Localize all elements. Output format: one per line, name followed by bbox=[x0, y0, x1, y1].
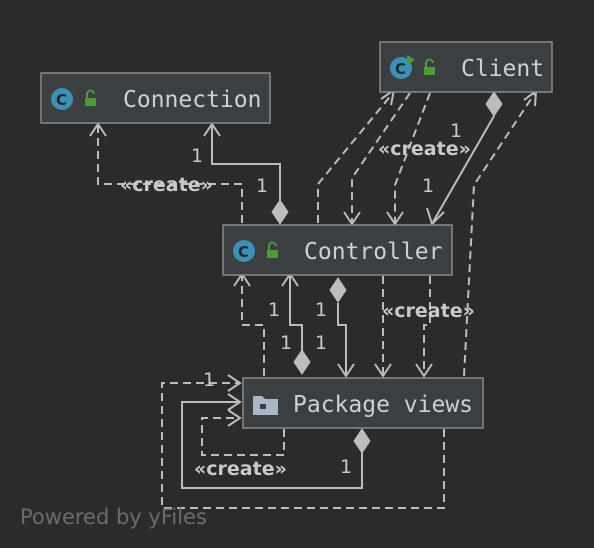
class-c-glyph: C bbox=[238, 243, 249, 261]
node-client-label: Client bbox=[461, 56, 544, 82]
arrowhead-controller-create bbox=[343, 211, 361, 226]
footer-powered-by: Powered by yFiles bbox=[20, 505, 207, 529]
diamond-controller-views bbox=[329, 277, 347, 303]
label-one-views-d: 1 bbox=[315, 332, 327, 354]
label-one-client-b: 1 bbox=[422, 175, 434, 197]
label-one-views-a: 1 bbox=[268, 299, 280, 321]
arrowhead-client-views bbox=[523, 88, 538, 107]
label-one-views-b: 1 bbox=[315, 299, 327, 321]
node-package-views[interactable]: Package views bbox=[242, 377, 484, 429]
label-one-connection-a: 1 bbox=[191, 145, 203, 167]
edge-controller-connection-assoc bbox=[211, 126, 281, 200]
label-create-connection: «create» bbox=[120, 174, 213, 196]
label-one-client-a: 1 bbox=[450, 120, 462, 142]
diamond-client-controller bbox=[485, 91, 503, 117]
node-client[interactable]: C Client bbox=[379, 41, 553, 93]
edge-controller-views-dashed-2 bbox=[423, 276, 431, 376]
label-one-views-c: 1 bbox=[280, 332, 292, 354]
class-c-glyph: C bbox=[395, 60, 406, 78]
diamond-controller-connection bbox=[271, 199, 289, 225]
uml-class-diagram: «create» 1 1 «create» 1 1 1 1 1 1 «creat… bbox=[20, 41, 553, 529]
node-controller[interactable]: C Controller bbox=[222, 224, 453, 276]
diamond-views-controller bbox=[293, 349, 311, 375]
diamond-views-self bbox=[353, 428, 371, 454]
edge-views-controller-dashed bbox=[241, 276, 265, 376]
node-package-views-label: Package views bbox=[293, 392, 473, 418]
label-create-views-self: «create» bbox=[194, 458, 287, 480]
class-c-glyph: C bbox=[56, 91, 67, 109]
node-connection[interactable]: C Connection bbox=[40, 72, 271, 124]
label-one-views-self: 1 bbox=[203, 369, 215, 391]
label-one-views-self-b: 1 bbox=[340, 456, 352, 478]
label-create-views: «create» bbox=[382, 300, 475, 322]
edge-views-client bbox=[463, 92, 536, 377]
label-one-connection-b: 1 bbox=[256, 175, 268, 197]
node-connection-label: Connection bbox=[123, 87, 261, 113]
node-controller-label: Controller bbox=[304, 239, 442, 265]
